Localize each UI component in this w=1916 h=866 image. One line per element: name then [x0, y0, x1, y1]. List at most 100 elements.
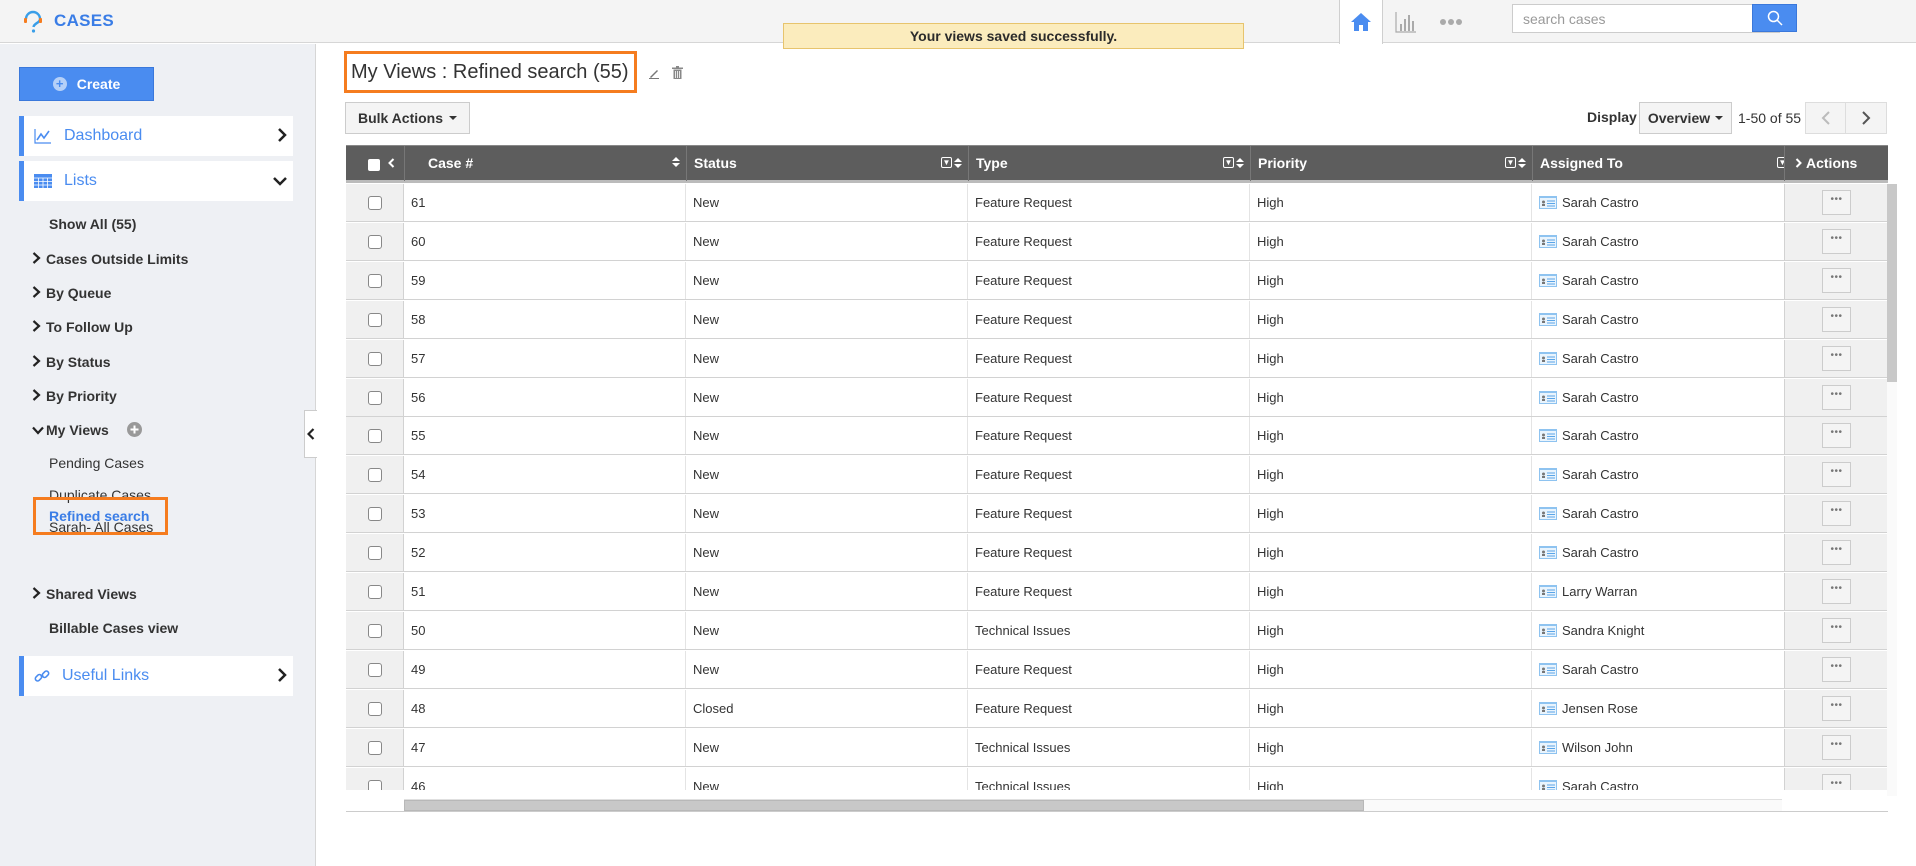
more-button[interactable] — [1428, 0, 1473, 43]
row-actions-button[interactable]: ••• — [1822, 734, 1851, 760]
trash-icon[interactable] — [672, 66, 683, 79]
sidebar-item-by-priority[interactable]: By Priority — [32, 388, 117, 404]
table-row[interactable]: 55 New Feature Request High Sarah Castro ••• — [346, 417, 1888, 456]
home-button[interactable] — [1339, 0, 1383, 44]
reports-button[interactable] — [1383, 0, 1428, 43]
table-row[interactable]: 50 New Technical Issues High Sandra Knight ••… — [346, 611, 1888, 650]
table-row[interactable]: 47 New Technical Issues High Wilson John ••• — [346, 728, 1888, 767]
row-checkbox[interactable] — [368, 740, 382, 755]
filter-icon[interactable]: ▼ — [1777, 157, 1784, 168]
sidebar-panel-useful-links[interactable]: Useful Links — [19, 656, 293, 696]
table-row[interactable]: 57 New Feature Request High Sarah Castro ••• — [346, 339, 1888, 378]
row-actions-button[interactable]: ••• — [1822, 384, 1851, 410]
table-row[interactable]: 58 New Feature Request High Sarah Castro ••• — [346, 300, 1888, 339]
sidebar-panel-lists[interactable]: Lists — [19, 161, 293, 201]
create-button[interactable]: + Create — [19, 67, 154, 101]
table-row[interactable]: 61 New Feature Request High Sarah Castro ••• — [346, 184, 1888, 222]
cell-case-number[interactable]: 51 — [404, 573, 686, 610]
sidebar-item-to-follow-up[interactable]: To Follow Up — [32, 319, 133, 335]
select-all-checkbox[interactable] — [368, 159, 380, 171]
row-checkbox[interactable] — [368, 196, 382, 210]
cell-case-number[interactable]: 58 — [404, 301, 686, 338]
row-actions-button[interactable]: ••• — [1822, 501, 1851, 527]
cell-case-number[interactable]: 50 — [404, 612, 686, 649]
sidebar-item-my-views[interactable]: My Views — [32, 422, 142, 438]
row-checkbox[interactable] — [368, 546, 382, 561]
cell-case-number[interactable]: 53 — [404, 495, 686, 532]
row-actions-button[interactable]: ••• — [1822, 773, 1851, 790]
row-checkbox[interactable] — [368, 312, 382, 327]
sidebar-item-shared-views[interactable]: Shared Views — [32, 586, 137, 602]
row-actions-button[interactable]: ••• — [1822, 267, 1851, 293]
cell-case-number[interactable]: 49 — [404, 651, 686, 688]
vertical-scrollbar[interactable] — [1887, 184, 1897, 796]
sidebar-item-billable-cases-view[interactable]: Billable Cases view — [49, 620, 178, 636]
table-row[interactable]: 52 New Feature Request High Sarah Castro ••• — [346, 534, 1888, 573]
sort-icon[interactable] — [672, 157, 680, 167]
table-row[interactable]: 59 New Feature Request High Sarah Castro ••• — [346, 261, 1888, 300]
header-case-number[interactable]: Case # — [404, 146, 686, 181]
bulk-actions-dropdown[interactable]: Bulk Actions — [345, 102, 470, 134]
cell-case-number[interactable]: 46 — [404, 768, 686, 791]
edit-pencil-icon[interactable] — [648, 67, 660, 79]
row-checkbox[interactable] — [368, 701, 382, 716]
row-checkbox[interactable] — [368, 662, 382, 677]
search-input[interactable] — [1512, 4, 1753, 33]
sidebar-panel-dashboard[interactable]: Dashboard — [19, 116, 293, 156]
sort-icon[interactable] — [1518, 157, 1526, 168]
table-row[interactable]: 53 New Feature Request High Sarah Castro ••• — [346, 495, 1888, 534]
cell-case-number[interactable]: 61 — [404, 184, 686, 221]
cell-case-number[interactable]: 55 — [404, 417, 686, 454]
sidebar-item-by-status[interactable]: By Status — [32, 354, 111, 370]
cell-case-number[interactable]: 56 — [404, 379, 686, 416]
row-checkbox[interactable] — [368, 779, 382, 790]
cell-case-number[interactable]: 54 — [404, 456, 686, 493]
sidebar-item-by-queue[interactable]: By Queue — [32, 285, 111, 301]
add-view-icon[interactable] — [126, 422, 142, 437]
row-checkbox[interactable] — [368, 429, 382, 444]
row-checkbox[interactable] — [368, 507, 382, 522]
sort-icon[interactable] — [1236, 157, 1244, 168]
row-actions-button[interactable]: ••• — [1822, 540, 1851, 566]
app-brand[interactable]: CASES — [20, 6, 114, 36]
table-row[interactable]: 49 New Feature Request High Sarah Castro ••• — [346, 650, 1888, 689]
next-page-button[interactable] — [1846, 102, 1887, 134]
horizontal-scrollbar[interactable] — [404, 799, 1782, 811]
row-checkbox[interactable] — [368, 234, 382, 249]
chevron-left-icon[interactable] — [388, 158, 395, 168]
table-row[interactable]: 56 New Feature Request High Sarah Castro ••• — [346, 378, 1888, 417]
cell-case-number[interactable]: 57 — [404, 340, 686, 377]
row-actions-button[interactable]: ••• — [1822, 695, 1851, 721]
row-actions-button[interactable]: ••• — [1822, 190, 1851, 215]
row-actions-button[interactable]: ••• — [1822, 306, 1851, 332]
row-actions-button[interactable]: ••• — [1822, 345, 1851, 371]
my-view-refined-search[interactable]: Refined search — [33, 497, 168, 535]
row-checkbox[interactable] — [368, 623, 382, 638]
table-row[interactable]: 60 New Feature Request High Sarah Castro ••• — [346, 222, 1888, 261]
cell-case-number[interactable]: 60 — [404, 223, 686, 260]
sidebar-item-cases-outside-limits[interactable]: Cases Outside Limits — [32, 251, 188, 267]
cell-case-number[interactable]: 59 — [404, 262, 686, 299]
row-checkbox[interactable] — [368, 468, 382, 483]
table-row[interactable]: 46 New Technical Issues High Sarah Castro ••• — [346, 767, 1888, 791]
row-checkbox[interactable] — [368, 273, 382, 288]
search-button[interactable] — [1752, 4, 1797, 32]
row-actions-button[interactable]: ••• — [1822, 462, 1851, 488]
row-checkbox[interactable] — [368, 390, 382, 405]
my-view-pending-cases[interactable]: Pending Cases — [49, 455, 144, 471]
sidebar-item-show-all[interactable]: Show All (55) — [49, 216, 136, 232]
filter-icon[interactable]: ▼ — [1223, 157, 1234, 168]
row-checkbox[interactable] — [368, 585, 382, 599]
filter-icon[interactable]: ▼ — [1505, 157, 1516, 168]
horizontal-scroll-thumb[interactable] — [404, 800, 1364, 811]
row-actions-button[interactable]: ••• — [1822, 228, 1851, 254]
vertical-scroll-thumb[interactable] — [1887, 184, 1897, 382]
cell-case-number[interactable]: 47 — [404, 729, 686, 766]
sort-icon[interactable] — [954, 157, 962, 168]
row-actions-button[interactable]: ••• — [1822, 617, 1851, 643]
prev-page-button[interactable] — [1805, 102, 1846, 134]
row-actions-button[interactable]: ••• — [1822, 579, 1851, 604]
table-row[interactable]: 48 Closed Feature Request High Jensen Rose ••… — [346, 689, 1888, 728]
row-checkbox[interactable] — [368, 351, 382, 366]
cell-case-number[interactable]: 52 — [404, 534, 686, 571]
